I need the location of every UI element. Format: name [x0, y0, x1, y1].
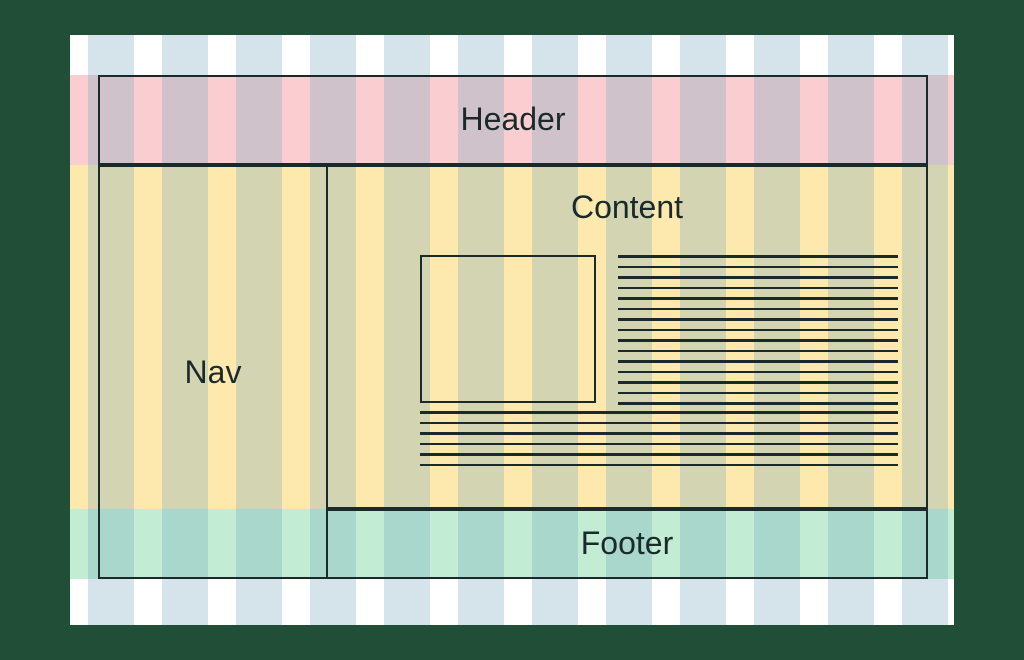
text-line [618, 255, 898, 258]
content-region: Content [328, 165, 928, 509]
text-line [420, 432, 898, 435]
text-line [420, 443, 898, 446]
text-line [618, 308, 898, 311]
header-label: Header [461, 101, 566, 138]
text-line [618, 318, 898, 321]
footer-region: Footer [328, 509, 928, 579]
text-line [420, 464, 898, 467]
text-line [618, 329, 898, 332]
text-line [618, 287, 898, 290]
text-line [420, 422, 898, 425]
text-line [618, 266, 898, 269]
text-line [618, 339, 898, 342]
diagram-canvas: Header Nav Content Footer [70, 35, 954, 625]
text-line [618, 392, 898, 395]
text-lines-upper [618, 255, 898, 413]
nav-region: Nav [98, 165, 328, 579]
text-line [420, 411, 898, 414]
header-region: Header [98, 75, 928, 165]
footer-label: Footer [581, 525, 673, 562]
text-line [618, 297, 898, 300]
text-line [420, 453, 898, 456]
image-placeholder [420, 255, 596, 403]
text-line [618, 381, 898, 384]
text-line [618, 276, 898, 279]
text-line [618, 360, 898, 363]
nav-label: Nav [185, 354, 242, 391]
text-line [618, 350, 898, 353]
text-lines-lower [420, 411, 898, 474]
text-line [618, 402, 898, 405]
text-line [618, 371, 898, 374]
content-label: Content [328, 189, 926, 226]
